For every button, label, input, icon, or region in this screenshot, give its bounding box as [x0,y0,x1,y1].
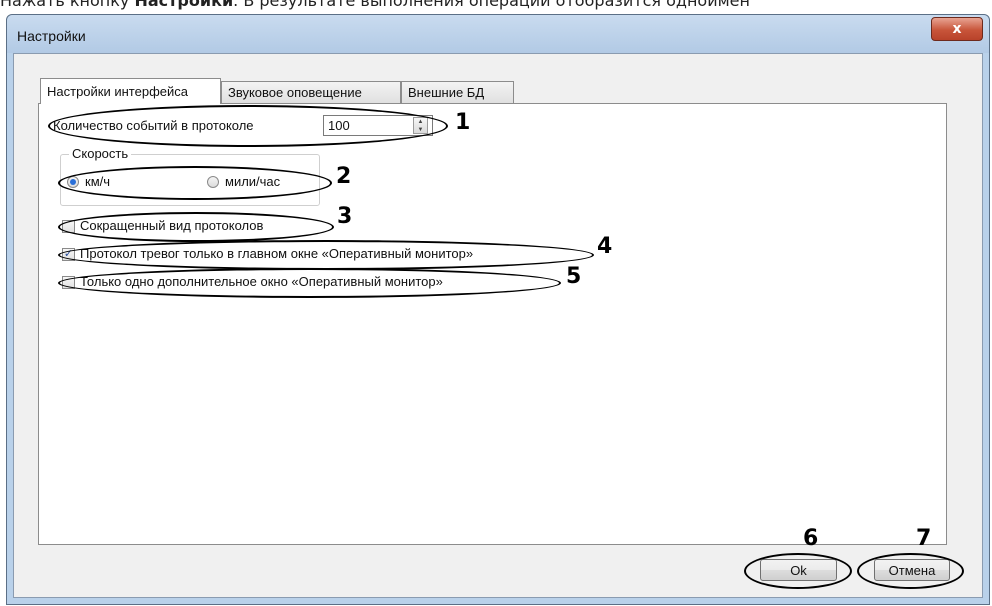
dialog-title: Настройки [17,28,86,44]
ok-button[interactable]: Ok [760,559,837,581]
callout-number-6: 6 [803,526,819,551]
callout-number-7: 7 [916,526,932,551]
dialog-titlebar: Настройки x [7,15,989,53]
settings-dialog: Настройки x Настройки интерфейса Звуково… [6,14,990,605]
checkbox-single-extra-window[interactable] [62,276,75,289]
callout-number-5: 5 [566,264,582,289]
events-count-label: Количество событий в протоколе [53,118,254,133]
checkbox-short-protocol[interactable] [62,220,75,233]
radio-mph[interactable] [207,176,219,188]
cancel-button[interactable]: Отмена [874,559,950,581]
radio-kmh[interactable] [67,176,79,188]
short-protocol-label: Сокращенный вид протоколов [80,218,264,233]
document-instruction-text: Нажать кнопку Настройки. В результате вы… [0,0,750,10]
callout-number-3: 3 [337,204,353,229]
events-count-spinner[interactable]: ▲ ▼ [413,117,428,134]
close-button[interactable]: x [931,17,983,41]
alarm-main-only-label: Протокол тревог только в главном окне «О… [80,246,474,261]
single-extra-window-label: Только одно дополнительное окно «Операти… [80,274,443,289]
tab-sound-notification[interactable]: Звуковое оповещение [221,81,401,103]
radio-kmh-label: км/ч [85,174,111,189]
interface-settings-panel: Количество событий в протоколе 100 ▲ ▼ С… [38,103,947,545]
spin-down-icon[interactable]: ▼ [414,126,427,134]
speed-group-title: Скорость [69,146,132,161]
radio-mph-label: мили/час [225,174,281,189]
close-icon: x [952,21,962,37]
callout-number-1: 1 [455,110,471,135]
tab-external-db[interactable]: Внешние БД [401,81,514,103]
spin-up-icon[interactable]: ▲ [414,118,427,126]
callout-number-2: 2 [336,164,352,189]
callout-number-4: 4 [597,234,613,259]
checkbox-alarm-main-only[interactable]: ✓ [62,248,75,261]
dialog-client-area: Настройки интерфейса Звуковое оповещение… [13,53,983,598]
tab-interface-settings[interactable]: Настройки интерфейса [40,78,221,104]
